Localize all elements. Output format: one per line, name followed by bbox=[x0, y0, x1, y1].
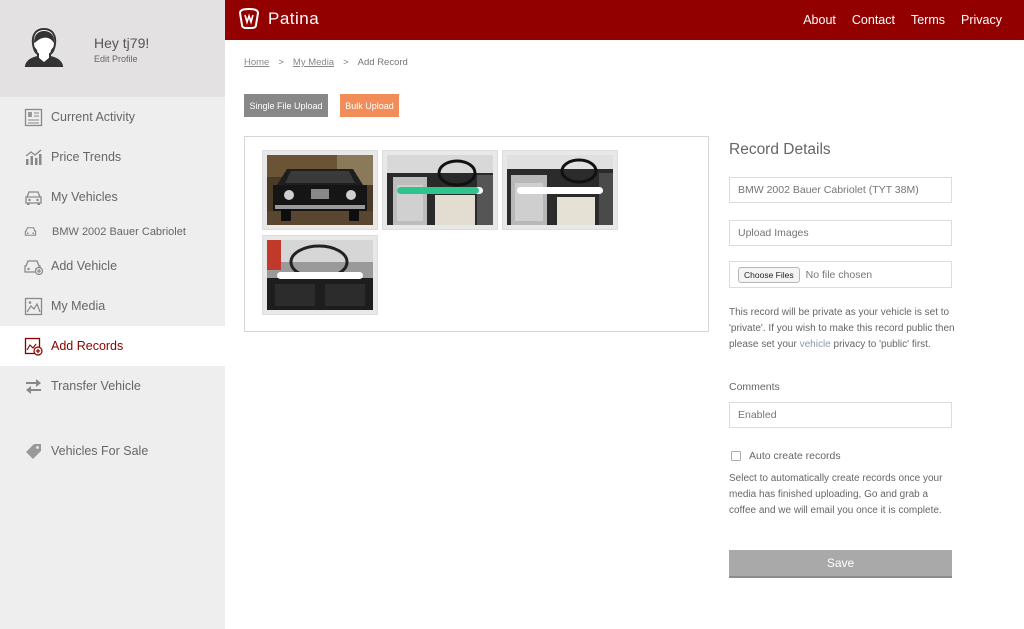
sidebar: Hey tj79! Edit Profile Current Activity … bbox=[0, 0, 225, 629]
breadcrumb-my-media[interactable]: My Media bbox=[293, 57, 334, 68]
comments-field[interactable] bbox=[729, 402, 952, 428]
auto-create-row: Auto create records bbox=[731, 450, 841, 462]
media-thumbnail[interactable] bbox=[262, 235, 378, 315]
image-icon bbox=[24, 297, 43, 316]
privacy-notice-text: privacy to 'public' first. bbox=[830, 339, 931, 350]
car-icon bbox=[24, 188, 43, 207]
chart-icon bbox=[24, 148, 43, 167]
upload-progress-bar bbox=[397, 187, 483, 194]
breadcrumb-separator: > bbox=[343, 57, 349, 68]
sidebar-item-my-vehicles[interactable]: My Vehicles bbox=[0, 177, 225, 217]
upload-progress-bar bbox=[517, 187, 603, 194]
breadcrumb-current: Add Record bbox=[357, 57, 408, 68]
add-car-icon bbox=[24, 257, 43, 276]
file-status-text: No file chosen bbox=[805, 268, 873, 281]
nav-contact[interactable]: Contact bbox=[852, 13, 895, 27]
nav-terms[interactable]: Terms bbox=[911, 13, 945, 27]
sidebar-item-add-vehicle[interactable]: Add Vehicle bbox=[0, 246, 225, 286]
sidebar-item-label: BMW 2002 Bauer Cabriolet bbox=[52, 225, 186, 238]
profile-panel: Hey tj79! Edit Profile bbox=[0, 0, 225, 97]
bulk-upload-button[interactable]: Bulk Upload bbox=[340, 94, 399, 117]
upload-images-field[interactable] bbox=[729, 220, 952, 246]
privacy-notice: This record will be private as your vehi… bbox=[729, 305, 955, 353]
media-thumbnail[interactable] bbox=[502, 150, 618, 230]
choose-files-button[interactable]: Choose Files bbox=[738, 266, 800, 283]
sidebar-item-bmw-2002[interactable]: BMW 2002 Bauer Cabriolet bbox=[0, 217, 225, 246]
sidebar-item-current-activity[interactable]: Current Activity bbox=[0, 97, 225, 137]
upload-progress-fill bbox=[397, 187, 479, 194]
top-bar: Patina About Contact Terms Privacy bbox=[225, 0, 1024, 40]
auto-create-label[interactable]: Auto create records bbox=[749, 450, 841, 462]
edit-profile-link[interactable]: Edit Profile bbox=[94, 54, 138, 64]
record-details-title: Record Details bbox=[729, 141, 831, 158]
auto-create-checkbox[interactable] bbox=[731, 451, 741, 461]
media-thumbnail[interactable] bbox=[382, 150, 498, 230]
breadcrumb-home[interactable]: Home bbox=[244, 57, 269, 68]
brand-name: Patina bbox=[268, 9, 320, 28]
save-button[interactable]: Save bbox=[729, 550, 952, 578]
add-record-icon bbox=[24, 337, 43, 356]
comments-label: Comments bbox=[729, 381, 780, 393]
breadcrumb-separator: > bbox=[278, 57, 284, 68]
brand-logo[interactable]: Patina bbox=[237, 8, 319, 30]
nav-privacy[interactable]: Privacy bbox=[961, 13, 1002, 27]
sidebar-item-label: Price Trends bbox=[51, 150, 122, 164]
car-small-icon bbox=[24, 225, 37, 238]
media-thumbnail[interactable] bbox=[262, 150, 378, 230]
sidebar-item-transfer-vehicle[interactable]: Transfer Vehicle bbox=[0, 366, 225, 406]
sidebar-item-label: Vehicles For Sale bbox=[51, 444, 149, 458]
car-front-photo bbox=[267, 155, 373, 225]
transfer-icon bbox=[24, 377, 43, 396]
vehicle-select-field[interactable] bbox=[729, 177, 952, 203]
breadcrumb: Home > My Media > Add Record bbox=[244, 57, 408, 68]
sidebar-item-label: Transfer Vehicle bbox=[51, 379, 141, 393]
top-nav: About Contact Terms Privacy bbox=[803, 0, 1002, 40]
nav-about[interactable]: About bbox=[803, 13, 836, 27]
activity-icon bbox=[24, 108, 43, 127]
sidebar-item-label: Add Records bbox=[51, 339, 124, 353]
sidebar-item-label: Add Vehicle bbox=[51, 259, 118, 273]
avatar[interactable] bbox=[24, 26, 64, 68]
sidebar-item-label: Current Activity bbox=[51, 110, 136, 124]
upload-progress-bar bbox=[277, 272, 363, 279]
sidebar-nav: Current Activity Price Trends My Vehicle… bbox=[0, 97, 225, 471]
sidebar-item-price-trends[interactable]: Price Trends bbox=[0, 137, 225, 177]
single-file-upload-button[interactable]: Single File Upload bbox=[244, 94, 328, 117]
tag-icon bbox=[24, 442, 43, 461]
sidebar-item-vehicles-for-sale[interactable]: Vehicles For Sale bbox=[0, 431, 225, 471]
auto-create-help-text: Select to automatically create records o… bbox=[729, 473, 943, 516]
sidebar-item-my-media[interactable]: My Media bbox=[0, 286, 225, 326]
sidebar-item-label: My Vehicles bbox=[51, 190, 118, 204]
greeting: Hey tj79! bbox=[94, 35, 150, 51]
sidebar-item-add-records[interactable]: Add Records bbox=[0, 326, 225, 366]
patina-logo-icon bbox=[238, 8, 260, 29]
sidebar-item-label: My Media bbox=[51, 299, 106, 313]
file-input[interactable]: Choose Files No file chosen bbox=[729, 261, 952, 288]
media-upload-panel[interactable] bbox=[244, 136, 709, 332]
vehicle-privacy-link[interactable]: vehicle bbox=[800, 339, 831, 350]
